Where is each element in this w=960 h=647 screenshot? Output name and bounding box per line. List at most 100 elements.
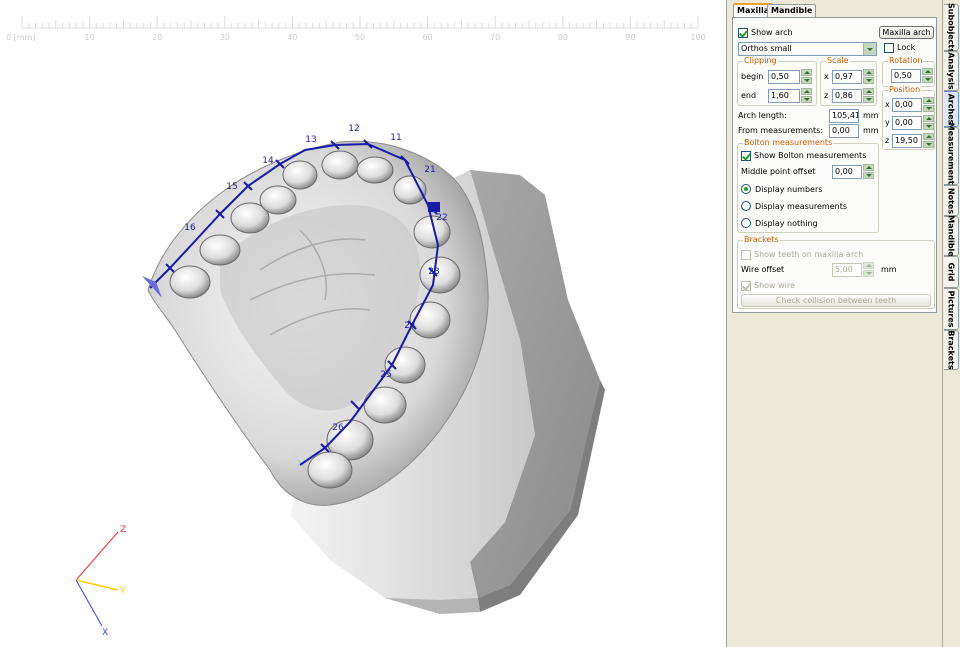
brackets-title: Brackets: [743, 235, 780, 244]
tooth: [169, 265, 211, 299]
side-tab-brackets[interactable]: Brackets: [944, 330, 959, 370]
side-tabs: Subobjects Analysis Arches Measurements …: [942, 0, 960, 647]
show-arch-label: Show arch: [751, 28, 793, 37]
from-measurements-label: From measurements:: [738, 126, 824, 135]
side-tab-measurements[interactable]: Measurements: [944, 123, 959, 189]
clipping-begin-spinner[interactable]: [801, 69, 812, 84]
position-y-input[interactable]: 0,00: [892, 116, 922, 130]
middle-offset-input[interactable]: 0,00: [832, 165, 862, 179]
display-measurements-radio[interactable]: [741, 201, 751, 211]
tooth-number-label: 26: [332, 423, 344, 433]
tooth-number-label: 15: [226, 182, 237, 192]
x-axis-label: X: [102, 628, 108, 638]
display-nothing-label: Display nothing: [755, 219, 818, 228]
position-x-input[interactable]: 0,00: [892, 98, 922, 112]
tooth: [259, 185, 297, 215]
scale-z-spinner[interactable]: [863, 88, 874, 103]
side-tab-arches[interactable]: Arches: [944, 91, 959, 127]
brackets-group: Brackets Show teeth on maxilla arch Wire…: [737, 235, 935, 309]
tooth: [199, 234, 241, 266]
clipping-end-spinner[interactable]: [801, 88, 812, 103]
chevron-down-icon[interactable]: [863, 43, 876, 55]
tooth-number-label: 12: [348, 124, 359, 134]
display-numbers-radio[interactable]: [741, 184, 751, 194]
scale-z-input[interactable]: 0,86: [832, 89, 862, 103]
arch-length-value: 105,41: [829, 109, 859, 123]
display-nothing-radio[interactable]: [741, 218, 751, 228]
dental-model-scene[interactable]: 16 15 14 13 12 11 21 22 23 24 25 26 Z Y X: [0, 0, 726, 647]
show-teeth-checkbox[interactable]: [741, 250, 751, 260]
lock-checkbox[interactable]: [884, 43, 894, 53]
tooth-number-label: 24: [404, 321, 416, 331]
rotation-group: Rotation 0,50: [882, 56, 935, 87]
tooth: [363, 386, 407, 424]
arch-type-select[interactable]: Orthos small: [738, 42, 877, 56]
wire-offset-input[interactable]: 5,00: [832, 263, 862, 277]
side-tab-analysis[interactable]: Analysis: [944, 51, 959, 91]
position-z-spinner[interactable]: [923, 133, 934, 148]
position-z-label: z: [885, 136, 890, 145]
arch-type-value: Orthos small: [741, 44, 792, 53]
middle-offset-spinner[interactable]: [863, 164, 874, 179]
tooth: [419, 256, 461, 294]
z-axis-label: Z: [120, 525, 126, 535]
wire-offset-label: Wire offset: [741, 265, 785, 274]
scale-title: Scale: [826, 56, 850, 65]
tooth: [409, 301, 451, 339]
show-arch-checkbox[interactable]: [738, 28, 748, 38]
lock-label: Lock: [897, 43, 916, 52]
axes-indicator: Z Y X: [75, 525, 126, 638]
tooth-number-label: 23: [428, 267, 439, 277]
position-z-input[interactable]: 19,50: [892, 134, 922, 148]
rotation-spinner[interactable]: [922, 68, 933, 83]
from-measurements-unit: mm: [863, 126, 879, 135]
arches-panel: Maxilla Mandible Show arch Maxilla arch …: [726, 0, 943, 647]
clipping-begin-input[interactable]: 0,50: [768, 70, 800, 84]
bolton-group: Bolton measurements Show Bolton measurem…: [737, 138, 879, 233]
rotation-input[interactable]: 0,50: [891, 69, 921, 83]
scale-x-spinner[interactable]: [863, 69, 874, 84]
arch-length-label: Arch length:: [738, 111, 787, 120]
scale-x-input[interactable]: 0,97: [832, 70, 862, 84]
show-bolton-checkbox[interactable]: [741, 151, 751, 161]
show-teeth-label: Show teeth on maxilla arch: [754, 250, 864, 259]
position-x-spinner[interactable]: [923, 97, 934, 112]
clipping-title: Clipping: [743, 56, 778, 65]
maxilla-arch-button[interactable]: Maxilla arch: [879, 26, 934, 39]
clipping-begin-label: begin: [741, 72, 764, 81]
display-measurements-label: Display measurements: [755, 202, 848, 211]
side-tab-pictures[interactable]: Pictures: [944, 288, 959, 330]
clipping-group: Clipping begin 0,50 end 1,60: [737, 56, 817, 106]
position-group: Position x 0,00 y 0,00 z 19,50: [882, 85, 935, 150]
tab-mandible[interactable]: Mandible: [767, 4, 817, 17]
tooth: [321, 150, 359, 180]
show-wire-label: Show wire: [754, 281, 795, 290]
clipping-end-label: end: [741, 91, 757, 100]
tooth: [282, 160, 318, 190]
tooth-number-label: 16: [184, 223, 196, 233]
position-x-label: x: [885, 100, 890, 109]
tooth-number-label: 21: [424, 165, 435, 175]
arch-handle[interactable]: [428, 202, 440, 212]
y-axis-label: Y: [119, 586, 126, 596]
side-tab-mandible[interactable]: Mandible: [944, 215, 959, 257]
show-bolton-label: Show Bolton measurements: [754, 151, 867, 160]
side-tab-notes[interactable]: Notes: [944, 185, 959, 216]
position-y-label: y: [885, 118, 890, 127]
check-collision-button[interactable]: Check collision between teeth: [741, 294, 931, 307]
show-wire-checkbox[interactable]: [741, 281, 751, 291]
tooth-number-label: 25: [380, 370, 391, 380]
side-tab-subobjects[interactable]: Subobjects: [944, 3, 959, 52]
position-title: Position: [888, 85, 922, 94]
middle-offset-label: Middle point offset: [741, 167, 816, 176]
arch-length-unit: mm: [863, 111, 879, 120]
3d-viewport[interactable]: 0 [mm] 10 20 30 40 50 60 70 80 90 100 16…: [0, 0, 726, 647]
scale-x-label: x: [824, 72, 829, 81]
clipping-end-input[interactable]: 1,60: [768, 89, 800, 103]
position-y-spinner[interactable]: [923, 115, 934, 130]
bolton-title: Bolton measurements: [743, 138, 834, 147]
wire-offset-spinner[interactable]: [863, 262, 874, 277]
wire-offset-unit: mm: [881, 265, 897, 274]
side-tab-grid[interactable]: Grid: [944, 256, 959, 288]
tooth-number-label: 11: [390, 133, 401, 143]
